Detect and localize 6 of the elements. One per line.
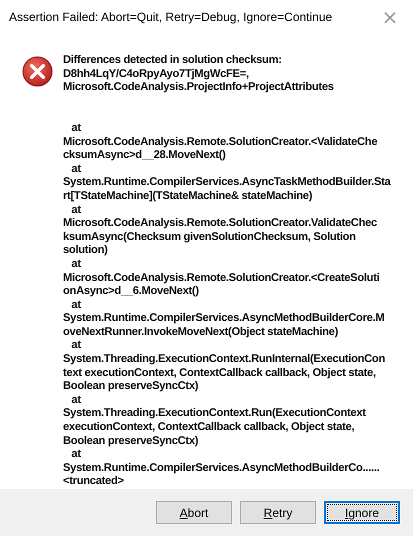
- dialog-button[interactable]: Ignore: [324, 501, 400, 524]
- window-title: Assertion Failed: Abort=Quit, Retry=Debug, Ignore=Continue: [9, 10, 334, 24]
- dialog-button[interactable]: Retry: [240, 501, 316, 524]
- error-message: Differences detected in solution checksum: D8hh4LqY/C4oRpyAyo7TjMgWcFE=, Microsoft.CodeAnalysis.ProjectInfo+ProjectAttributes at Microsoft.CodeAnalysis.Remote.SolutionCreator.<ValidateChe cksumAsync>d__28.MoveNext() at System.Runtime.CompilerServices.AsyncTaskMethodBuilder.Sta rt[TStateMachine](TStateMachine& stateMachine) at Microsoft.CodeAnalysis.Remote.SolutionCreator.ValidateChec ksumAsync(Checksum givenSolutionChecksum, Solution solution) at Microsoft.CodeAnalysis.Remote.SolutionCreator.<CreateSoluti onAsync>d__6.MoveNext() at System.Runtime.CompilerServices.AsyncMethodBuilderCore.M oveNextRunner.InvokeMoveNext(Object stateMachine) at System.Threading.ExecutionContext.RunInternal(ExecutionCon text executionContext, ContextCallback callback, Object state, Boolean preserveSyncCtx) at System.Threading.ExecutionContext.Run(ExecutionContext executionContext, ContextCallback callback, Object state, Boolean preserveSyncCtx) at System.Runtime.CompilerServices.AsyncMethodBuilderCo...... <truncated>: [63, 54, 390, 489]
- error-icon: [22, 56, 53, 87]
- dialog-button[interactable]: Abort: [156, 501, 232, 524]
